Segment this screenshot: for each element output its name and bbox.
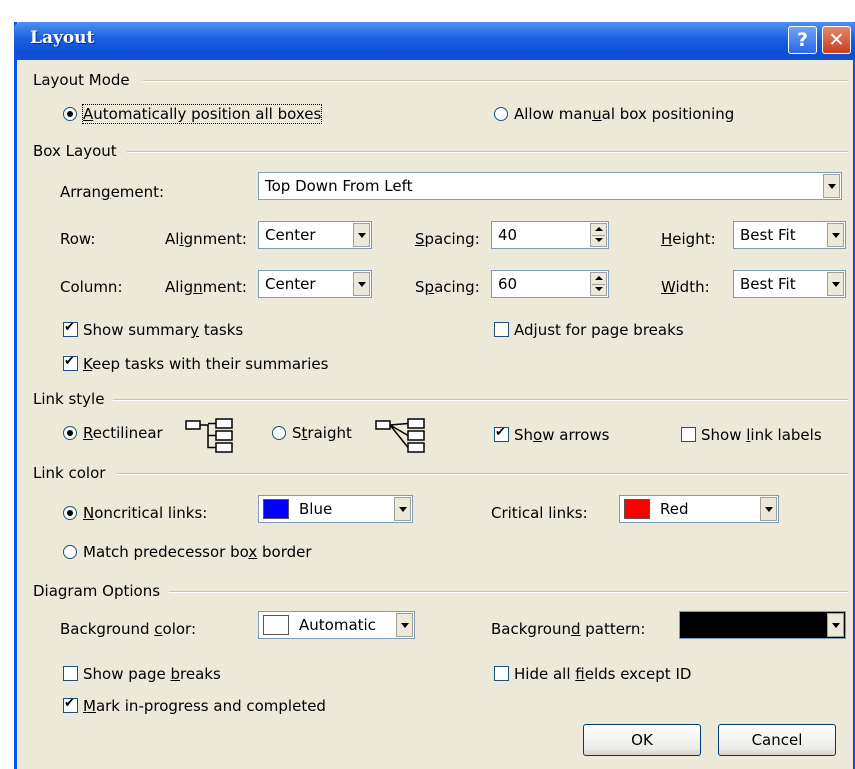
- box-layout-heading: Box Layout: [33, 142, 117, 160]
- window-title: Layout: [30, 28, 95, 48]
- spin-arrows-icon[interactable]: [590, 223, 607, 247]
- ok-button[interactable]: OK: [583, 724, 701, 756]
- mark-progress-label[interactable]: Mark in-progress and completed: [83, 697, 326, 715]
- arrangement-select[interactable]: Top Down From Left: [258, 172, 842, 200]
- column-spacing-value: 60: [498, 275, 518, 293]
- red-swatch: [624, 499, 650, 519]
- column-label: Column:: [60, 278, 123, 296]
- chevron-down-icon[interactable]: [760, 497, 777, 521]
- match-predecessor-label[interactable]: Match predecessor box border: [83, 543, 312, 561]
- straight-radio[interactable]: [272, 426, 286, 440]
- chevron-down-icon[interactable]: [394, 497, 411, 521]
- row-alignment-select[interactable]: Center: [258, 221, 372, 249]
- white-swatch: [263, 615, 289, 635]
- manual-position-label[interactable]: Allow manual box positioning: [514, 105, 734, 123]
- link-style-heading: Link style: [33, 390, 105, 408]
- background-color-select[interactable]: Automatic: [258, 611, 415, 639]
- rectilinear-link-icon: [185, 418, 233, 453]
- title-bar[interactable]: Layout ? ✕: [14, 22, 855, 60]
- link-color-heading: Link color: [33, 464, 106, 482]
- show-link-labels-checkbox[interactable]: [681, 427, 696, 442]
- row-alignment-label: Alignment:: [165, 230, 247, 248]
- noncritical-radio[interactable]: [63, 506, 77, 520]
- critical-links-label: Critical links:: [491, 504, 588, 522]
- row-spacing-label: Spacing:: [415, 230, 480, 248]
- hide-fields-checkbox[interactable]: [494, 666, 509, 681]
- column-spacing-label: Spacing:: [415, 278, 480, 296]
- row-height-select[interactable]: Best Fit: [733, 221, 846, 249]
- straight-link-icon: [375, 418, 425, 453]
- row-spacing-value: 40: [498, 226, 518, 244]
- match-predecessor-radio[interactable]: [63, 545, 77, 559]
- row-label: Row:: [60, 230, 96, 248]
- background-color-label: Background color:: [60, 620, 196, 638]
- background-window-edge: [0, 22, 14, 769]
- box-layout-divider: [127, 151, 848, 153]
- column-alignment-value: Center: [265, 275, 316, 293]
- show-link-labels-label[interactable]: Show link labels: [701, 426, 822, 444]
- show-summary-label[interactable]: Show summary tasks: [83, 321, 243, 339]
- column-alignment-label: Alignment:: [165, 278, 247, 296]
- diagram-options-heading: Diagram Options: [33, 582, 161, 600]
- chevron-down-icon[interactable]: [827, 613, 844, 637]
- column-width-value: Best Fit: [740, 275, 796, 293]
- arrangement-label: Arrangement:: [60, 183, 165, 201]
- row-height-value: Best Fit: [740, 226, 796, 244]
- show-page-breaks-label[interactable]: Show page breaks: [83, 665, 221, 683]
- help-icon: ?: [796, 29, 809, 51]
- noncritical-color-select[interactable]: Blue: [258, 495, 413, 523]
- diagram-options-divider: [169, 591, 848, 593]
- column-alignment-select[interactable]: Center: [258, 270, 372, 298]
- chevron-down-icon[interactable]: [353, 223, 370, 247]
- column-width-label: Width:: [661, 278, 710, 296]
- chevron-down-icon[interactable]: [827, 272, 844, 296]
- link-style-divider: [113, 399, 848, 401]
- critical-color-select[interactable]: Red: [619, 495, 779, 523]
- blue-swatch: [263, 499, 289, 519]
- chevron-down-icon[interactable]: [396, 613, 413, 637]
- adjust-page-breaks-checkbox[interactable]: [494, 322, 509, 337]
- rectilinear-label[interactable]: Rectilinear: [83, 424, 163, 442]
- background-color-value: Automatic: [299, 616, 376, 634]
- keep-tasks-checkbox[interactable]: [63, 354, 78, 371]
- show-arrows-checkbox[interactable]: [494, 425, 509, 442]
- spin-arrows-icon[interactable]: [590, 272, 607, 296]
- chevron-down-icon[interactable]: [827, 223, 844, 247]
- column-width-select[interactable]: Best Fit: [733, 270, 846, 298]
- background-window-strip: [0, 0, 855, 22]
- column-spacing-stepper[interactable]: 60: [491, 270, 609, 298]
- auto-position-radio[interactable]: [63, 107, 77, 121]
- row-alignment-value: Center: [265, 226, 316, 244]
- hide-fields-label[interactable]: Hide all fields except ID: [514, 665, 691, 683]
- layout-mode-heading: Layout Mode: [33, 71, 130, 89]
- show-page-breaks-checkbox[interactable]: [63, 666, 78, 681]
- mark-progress-checkbox[interactable]: [63, 696, 78, 713]
- close-icon: ✕: [828, 29, 845, 51]
- adjust-page-breaks-label[interactable]: Adjust for page breaks: [514, 321, 684, 339]
- help-button[interactable]: ?: [788, 26, 817, 54]
- manual-position-radio[interactable]: [494, 107, 508, 121]
- cancel-button[interactable]: Cancel: [718, 724, 836, 756]
- background-pattern-label: Background pattern:: [491, 620, 646, 638]
- row-spacing-stepper[interactable]: 40: [491, 221, 609, 249]
- layout-dialog: Layout ? ✕ Layout Mode Automatically pos…: [14, 22, 855, 769]
- link-color-divider: [117, 473, 848, 475]
- noncritical-color-value: Blue: [299, 500, 333, 518]
- critical-color-value: Red: [660, 500, 689, 518]
- row-height-label: Height:: [661, 230, 716, 248]
- rectilinear-radio[interactable]: [63, 426, 77, 440]
- chevron-down-icon[interactable]: [823, 174, 840, 198]
- straight-label[interactable]: Straight: [292, 424, 352, 442]
- noncritical-label[interactable]: Noncritical links:: [83, 504, 207, 522]
- auto-position-label[interactable]: Automatically position all boxes: [81, 104, 323, 124]
- keep-tasks-label[interactable]: Keep tasks with their summaries: [83, 355, 328, 373]
- background-pattern-select[interactable]: [679, 611, 846, 639]
- show-summary-checkbox[interactable]: [63, 320, 78, 337]
- arrangement-value: Top Down From Left: [265, 177, 413, 195]
- show-arrows-label[interactable]: Show arrows: [514, 426, 609, 444]
- chevron-down-icon[interactable]: [353, 272, 370, 296]
- close-button[interactable]: ✕: [822, 26, 851, 54]
- layout-mode-divider: [143, 80, 848, 82]
